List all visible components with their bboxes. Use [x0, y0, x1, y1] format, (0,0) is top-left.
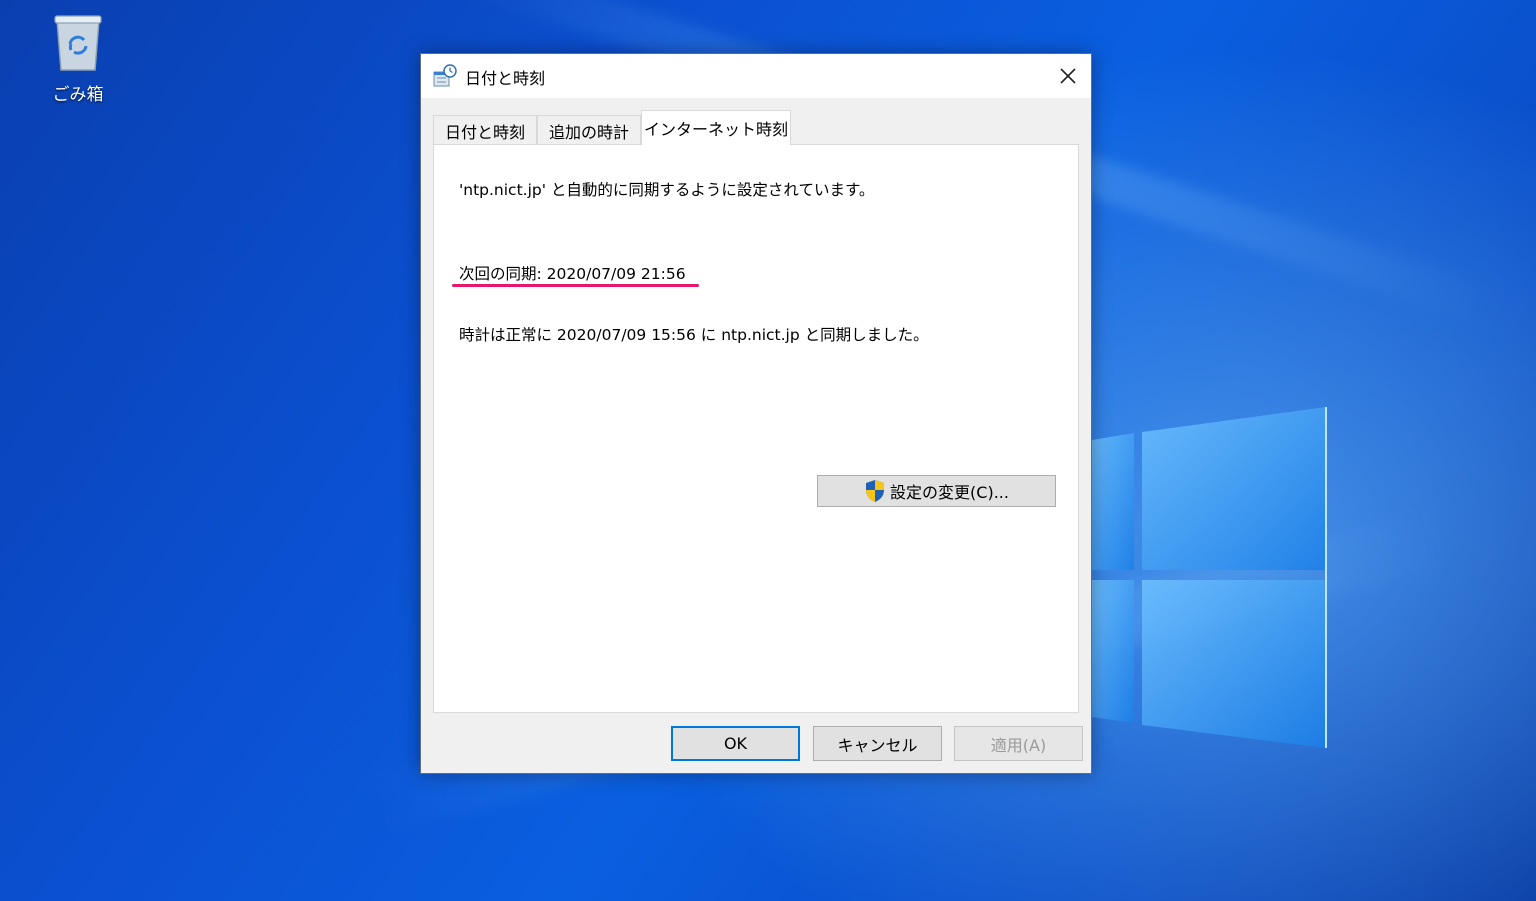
- recycle-bin-label: ごみ箱: [52, 85, 104, 105]
- dialog-title: 日付と時刻: [465, 69, 546, 88]
- dialog-titlebar[interactable]: 日付と時刻: [421, 54, 1091, 98]
- tab-date-time[interactable]: 日付と時刻: [433, 115, 537, 145]
- desktop: ごみ箱 日付と時刻 日付と時刻 追加の時計 インターネット時刻 'ntp.nic…: [0, 0, 1536, 901]
- cancel-button[interactable]: キャンセル: [813, 726, 942, 761]
- uac-shield-icon: [866, 480, 885, 502]
- tab-internet-time[interactable]: インターネット時刻: [641, 110, 791, 145]
- change-settings-button[interactable]: 設定の変更(C)...: [817, 475, 1056, 507]
- last-sync-text: 時計は正常に 2020/07/09 15:56 に ntp.nict.jp と同…: [459, 326, 929, 344]
- close-icon: [1060, 68, 1076, 84]
- sync-status-text: 'ntp.nict.jp' と自動的に同期するように設定されています。: [459, 181, 875, 199]
- recycle-bin[interactable]: ごみ箱: [40, 14, 116, 105]
- date-time-dialog: 日付と時刻 日付と時刻 追加の時計 インターネット時刻 'ntp.nict.jp…: [420, 53, 1092, 774]
- recycle-bin-icon: [54, 15, 102, 71]
- apply-button[interactable]: 適用(A): [954, 726, 1083, 761]
- windows-logo-wallpaper: [1092, 407, 1327, 748]
- internet-time-panel: 'ntp.nict.jp' と自動的に同期するように設定されています。 次回の同…: [433, 144, 1079, 713]
- change-settings-label: 設定の変更(C)...: [890, 483, 1009, 502]
- highlight-underline: [452, 284, 699, 287]
- ok-button[interactable]: OK: [671, 726, 800, 761]
- tab-additional-clocks[interactable]: 追加の時計: [537, 115, 641, 145]
- close-button[interactable]: [1045, 54, 1091, 98]
- next-sync-text: 次回の同期: 2020/07/09 21:56: [459, 265, 686, 283]
- date-time-icon: [433, 64, 457, 87]
